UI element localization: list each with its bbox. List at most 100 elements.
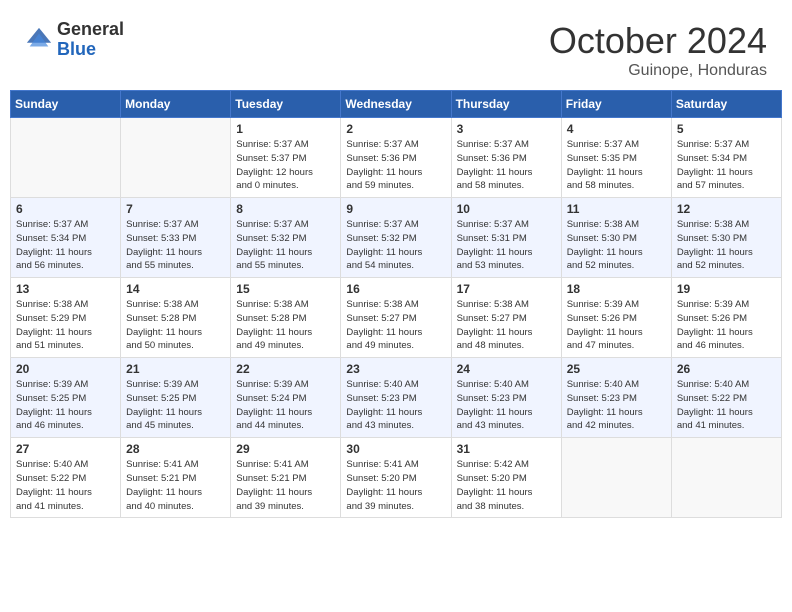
day-number: 7 [126,202,225,216]
weekday-header: Thursday [451,91,561,118]
day-info: Sunrise: 5:38 AM Sunset: 5:28 PM Dayligh… [126,298,225,353]
day-number: 11 [567,202,666,216]
page-header: General Blue October 2024 Guinope, Hondu… [10,10,782,85]
day-number: 20 [16,362,115,376]
day-info: Sunrise: 5:39 AM Sunset: 5:25 PM Dayligh… [16,378,115,433]
calendar-day-cell: 17 Sunrise: 5:38 AM Sunset: 5:27 PM Dayli… [451,278,561,358]
day-info: Sunrise: 5:37 AM Sunset: 5:36 PM Dayligh… [346,138,445,193]
day-number: 1 [236,122,335,136]
calendar-week-row: 13 Sunrise: 5:38 AM Sunset: 5:29 PM Dayli… [11,278,782,358]
weekday-header: Friday [561,91,671,118]
calendar-week-row: 1Sunrise: 5:37 AM Sunset: 5:37 PM Daylig… [11,118,782,198]
calendar-day-cell: 18Sunrise: 5:39 AM Sunset: 5:26 PM Dayli… [561,278,671,358]
day-number: 6 [16,202,115,216]
calendar-week-row: 20 Sunrise: 5:39 AM Sunset: 5:25 PM Dayli… [11,358,782,438]
day-info: Sunrise: 5:37 AM Sunset: 5:35 PM Dayligh… [567,138,666,193]
logo-text: General Blue [57,20,124,60]
calendar-day-cell: 20 Sunrise: 5:39 AM Sunset: 5:25 PM Dayli… [11,358,121,438]
day-info: Sunrise: 5:39 AM Sunset: 5:24 PM Dayligh… [236,378,335,433]
calendar-day-cell: 3Sunrise: 5:37 AM Sunset: 5:36 PM Daylig… [451,118,561,198]
day-info: Sunrise: 5:40 AM Sunset: 5:22 PM Dayligh… [16,458,115,513]
day-info: Sunrise: 5:38 AM Sunset: 5:28 PM Dayligh… [236,298,335,353]
day-info: Sunrise: 5:38 AM Sunset: 5:27 PM Dayligh… [346,298,445,353]
day-info: Sunrise: 5:40 AM Sunset: 5:22 PM Dayligh… [677,378,776,433]
day-number: 19 [677,282,776,296]
weekday-header: Wednesday [341,91,451,118]
day-info: Sunrise: 5:42 AM Sunset: 5:20 PM Dayligh… [457,458,556,513]
month-title: October 2024 [549,20,767,62]
calendar-day-cell: 6 Sunrise: 5:37 AM Sunset: 5:34 PM Daylig… [11,198,121,278]
day-number: 28 [126,442,225,456]
calendar-day-cell: 13 Sunrise: 5:38 AM Sunset: 5:29 PM Dayli… [11,278,121,358]
day-number: 14 [126,282,225,296]
day-info: Sunrise: 5:40 AM Sunset: 5:23 PM Dayligh… [567,378,666,433]
day-info: Sunrise: 5:38 AM Sunset: 5:30 PM Dayligh… [567,218,666,273]
day-info: Sunrise: 5:37 AM Sunset: 5:36 PM Dayligh… [457,138,556,193]
day-number: 23 [346,362,445,376]
calendar-day-cell: 15 Sunrise: 5:38 AM Sunset: 5:28 PM Dayli… [231,278,341,358]
calendar-day-cell: 10 Sunrise: 5:37 AM Sunset: 5:31 PM Dayli… [451,198,561,278]
day-number: 21 [126,362,225,376]
calendar-day-cell: 29Sunrise: 5:41 AM Sunset: 5:21 PM Dayli… [231,438,341,518]
day-number: 30 [346,442,445,456]
day-info: Sunrise: 5:41 AM Sunset: 5:21 PM Dayligh… [126,458,225,513]
day-number: 17 [457,282,556,296]
calendar-day-cell [561,438,671,518]
location-subtitle: Guinope, Honduras [549,62,767,80]
calendar-day-cell: 4Sunrise: 5:37 AM Sunset: 5:35 PM Daylig… [561,118,671,198]
day-info: Sunrise: 5:37 AM Sunset: 5:34 PM Dayligh… [16,218,115,273]
day-info: Sunrise: 5:37 AM Sunset: 5:34 PM Dayligh… [677,138,776,193]
logo-blue: Blue [57,40,124,60]
day-info: Sunrise: 5:38 AM Sunset: 5:27 PM Dayligh… [457,298,556,353]
day-info: Sunrise: 5:39 AM Sunset: 5:25 PM Dayligh… [126,378,225,433]
day-number: 12 [677,202,776,216]
day-number: 25 [567,362,666,376]
day-info: Sunrise: 5:38 AM Sunset: 5:29 PM Dayligh… [16,298,115,353]
day-info: Sunrise: 5:39 AM Sunset: 5:26 PM Dayligh… [677,298,776,353]
calendar-day-cell: 19 Sunrise: 5:39 AM Sunset: 5:26 PM Dayli… [671,278,781,358]
day-number: 13 [16,282,115,296]
calendar-table: SundayMondayTuesdayWednesdayThursdayFrid… [10,90,782,518]
calendar-day-cell: 8 Sunrise: 5:37 AM Sunset: 5:32 PM Daylig… [231,198,341,278]
day-info: Sunrise: 5:41 AM Sunset: 5:20 PM Dayligh… [346,458,445,513]
day-number: 8 [236,202,335,216]
calendar-day-cell [121,118,231,198]
calendar-day-cell: 28 Sunrise: 5:41 AM Sunset: 5:21 PM Dayli… [121,438,231,518]
day-info: Sunrise: 5:38 AM Sunset: 5:30 PM Dayligh… [677,218,776,273]
calendar-day-cell: 12 Sunrise: 5:38 AM Sunset: 5:30 PM Dayli… [671,198,781,278]
logo-icon [25,26,53,54]
day-info: Sunrise: 5:39 AM Sunset: 5:26 PM Dayligh… [567,298,666,353]
day-number: 24 [457,362,556,376]
day-info: Sunrise: 5:37 AM Sunset: 5:32 PM Dayligh… [236,218,335,273]
calendar-day-cell: 23 Sunrise: 5:40 AM Sunset: 5:23 PM Dayli… [341,358,451,438]
day-info: Sunrise: 5:37 AM Sunset: 5:33 PM Dayligh… [126,218,225,273]
calendar-day-cell: 24 Sunrise: 5:40 AM Sunset: 5:23 PM Dayli… [451,358,561,438]
day-number: 10 [457,202,556,216]
calendar-day-cell: 26Sunrise: 5:40 AM Sunset: 5:22 PM Dayli… [671,358,781,438]
logo: General Blue [25,20,124,60]
day-info: Sunrise: 5:40 AM Sunset: 5:23 PM Dayligh… [457,378,556,433]
weekday-header: Saturday [671,91,781,118]
calendar-day-cell: 25 Sunrise: 5:40 AM Sunset: 5:23 PM Dayli… [561,358,671,438]
calendar-day-cell: 7 Sunrise: 5:37 AM Sunset: 5:33 PM Daylig… [121,198,231,278]
day-number: 15 [236,282,335,296]
day-info: Sunrise: 5:40 AM Sunset: 5:23 PM Dayligh… [346,378,445,433]
weekday-header: Tuesday [231,91,341,118]
weekday-header-row: SundayMondayTuesdayWednesdayThursdayFrid… [11,91,782,118]
calendar-day-cell: 27 Sunrise: 5:40 AM Sunset: 5:22 PM Dayli… [11,438,121,518]
logo-general: General [57,20,124,40]
calendar-day-cell: 11 Sunrise: 5:38 AM Sunset: 5:30 PM Dayli… [561,198,671,278]
day-info: Sunrise: 5:37 AM Sunset: 5:31 PM Dayligh… [457,218,556,273]
calendar-day-cell: 14 Sunrise: 5:38 AM Sunset: 5:28 PM Dayli… [121,278,231,358]
day-info: Sunrise: 5:41 AM Sunset: 5:21 PM Dayligh… [236,458,335,513]
calendar-day-cell [11,118,121,198]
day-number: 22 [236,362,335,376]
day-number: 2 [346,122,445,136]
day-number: 27 [16,442,115,456]
calendar-day-cell: 21 Sunrise: 5:39 AM Sunset: 5:25 PM Dayli… [121,358,231,438]
day-number: 5 [677,122,776,136]
calendar-day-cell: 9Sunrise: 5:37 AM Sunset: 5:32 PM Daylig… [341,198,451,278]
calendar-day-cell: 5 Sunrise: 5:37 AM Sunset: 5:34 PM Daylig… [671,118,781,198]
calendar-day-cell: 31Sunrise: 5:42 AM Sunset: 5:20 PM Dayli… [451,438,561,518]
calendar-day-cell: 16Sunrise: 5:38 AM Sunset: 5:27 PM Dayli… [341,278,451,358]
